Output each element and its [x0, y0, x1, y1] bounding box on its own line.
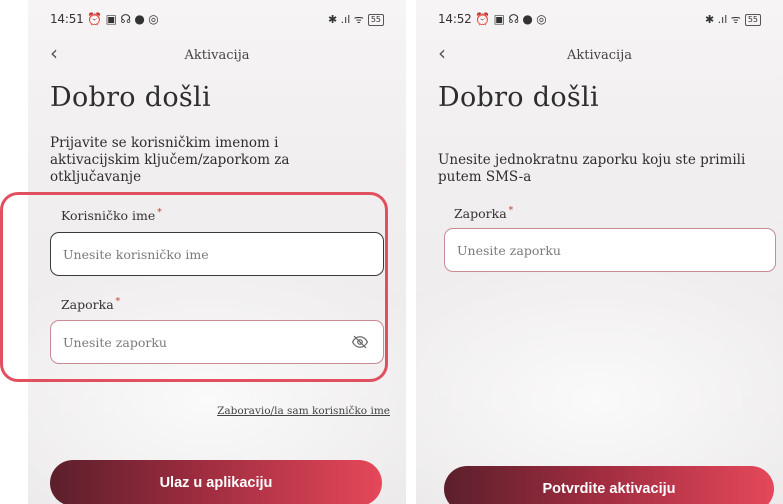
password-label: Zaporka *: [61, 297, 121, 312]
page-title: Dobro došli: [438, 82, 599, 113]
eye-off-icon[interactable]: [351, 333, 369, 351]
intro-text: Prijavite se korisničkim imenom i aktiva…: [50, 135, 290, 185]
enter-app-button[interactable]: Ulaz u aplikaciju: [50, 460, 382, 504]
header-title: Aktivacija: [567, 48, 632, 63]
otp-screen: 14:52 ⏰ ▣ ☊ ● ◎ ✱ .ıl ᯤ 55 ‹ Aktivacija …: [416, 0, 783, 504]
status-bar: 14:51 ⏰ ▣ ☊ ● ◎ ✱ .ıl ᯤ 55: [50, 12, 384, 30]
otp-label: Zaporka *: [454, 206, 514, 221]
status-icons: ✱ .ıl ᯤ 55: [328, 12, 384, 27]
username-input[interactable]: [63, 246, 335, 262]
header-title: Aktivacija: [184, 48, 250, 63]
intro-text: Unesite jednokratnu zaporku koju ste pri…: [438, 152, 746, 185]
otp-input[interactable]: [457, 242, 728, 258]
status-time: 14:51 ⏰ ▣ ☊ ● ◎: [50, 12, 159, 26]
status-bar: 14:52 ⏰ ▣ ☊ ● ◎ ✱ .ıl ᯤ 55: [438, 12, 761, 30]
login-screen: 14:51 ⏰ ▣ ☊ ● ◎ ✱ .ıl ᯤ 55 ‹ Aktivacija …: [28, 0, 406, 504]
password-field[interactable]: [50, 320, 384, 364]
username-field[interactable]: [50, 232, 384, 276]
otp-field[interactable]: [444, 228, 776, 272]
page-title: Dobro došli: [50, 82, 211, 113]
status-icons: ✱ .ıl ᯤ 55: [705, 12, 761, 27]
battery-icon: 55: [367, 13, 384, 26]
username-label: Korisničko ime *: [61, 208, 162, 223]
battery-icon: 55: [744, 13, 761, 26]
password-input[interactable]: [63, 334, 335, 350]
forgot-username-link[interactable]: Zaboravio/la sam korisničko ime: [217, 405, 390, 417]
confirm-activation-button[interactable]: Potvrdite aktivaciju: [444, 466, 774, 504]
status-time: 14:52 ⏰ ▣ ☊ ● ◎: [438, 12, 547, 26]
